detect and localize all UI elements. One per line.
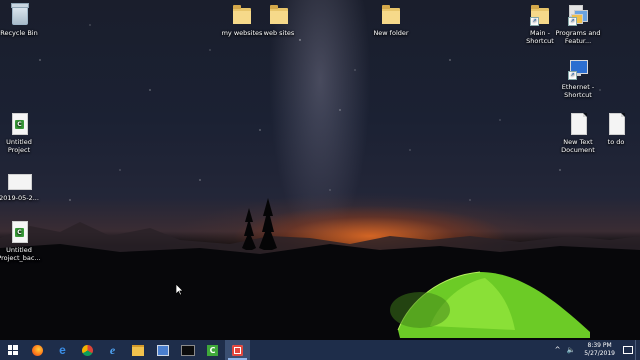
- recycle-bin-icon[interactable]: Recycle Bin: [0, 3, 42, 37]
- icon-label: New folder: [373, 29, 409, 37]
- taskbar-internet-explorer[interactable]: e: [100, 340, 125, 360]
- text-document-icon: [571, 113, 587, 135]
- camtasia-project-icon: C: [12, 113, 28, 135]
- text-document-icon: [609, 113, 625, 135]
- file-explorer-icon: [131, 344, 144, 356]
- volume-icon[interactable]: 🔈: [564, 346, 579, 354]
- mouse-cursor-icon: [176, 284, 184, 296]
- taskbar-edge[interactable]: e: [50, 340, 75, 360]
- taskbar-camtasia-recorder[interactable]: [225, 340, 250, 360]
- start-button[interactable]: [0, 340, 25, 360]
- icon-label: Untitled Project_bac...: [0, 246, 41, 262]
- chrome-icon: [82, 344, 93, 356]
- clock-date: 5/27/2019: [584, 350, 615, 357]
- action-center-button[interactable]: [621, 340, 635, 360]
- icon-label: 2019-05-2...: [0, 194, 39, 202]
- command-prompt-icon: [180, 344, 195, 356]
- taskbar-camtasia-editor[interactable]: C: [200, 340, 225, 360]
- taskbar-command-prompt[interactable]: [175, 340, 200, 360]
- clock[interactable]: 8:39 PM 5/27/2019: [578, 342, 621, 358]
- folder-icon: [233, 5, 251, 24]
- network-settings-icon: [156, 344, 169, 356]
- folder-icon: [270, 5, 288, 24]
- show-desktop-button[interactable]: [635, 340, 640, 360]
- taskbar-firefox[interactable]: [25, 340, 50, 360]
- wallpaper-landscape: [0, 24, 640, 340]
- untitled-project-backup-file[interactable]: C Untitled Project_bac...: [0, 220, 42, 262]
- folder-icon: [382, 5, 400, 24]
- shortcut-arrow-icon: ↗: [568, 71, 577, 80]
- shortcut-arrow-icon: ↗: [568, 17, 577, 26]
- internet-explorer-icon: e: [109, 342, 116, 357]
- taskbar-file-explorer[interactable]: [125, 340, 150, 360]
- icon-label: to do: [607, 138, 625, 146]
- to-do-document[interactable]: to do: [593, 112, 639, 146]
- icon-label: Programs and Featur...: [555, 29, 601, 45]
- icon-label: Untitled Project: [6, 138, 32, 154]
- ethernet-shortcut[interactable]: ↗ Ethernet - Shortcut: [555, 57, 601, 99]
- shortcut-arrow-icon: ↗: [530, 17, 539, 26]
- icon-label: Ethernet - Shortcut: [561, 83, 595, 99]
- camtasia-editor-icon: C: [207, 344, 218, 356]
- taskbar-network-settings[interactable]: [150, 340, 175, 360]
- desktop-wallpaper: [0, 0, 640, 340]
- system-tray: ^ 🔈 8:39 PM 5/27/2019: [552, 340, 640, 360]
- taskbar: e e C ^ 🔈 8:39 PM 5/27/2019: [0, 340, 640, 360]
- camtasia-project-icon: C: [12, 221, 28, 243]
- video-file-2019-05[interactable]: 2019-05-2...: [0, 168, 42, 202]
- clock-time: 8:39 PM: [587, 342, 612, 349]
- notification-icon: [623, 346, 633, 354]
- folder-new-folder[interactable]: New folder: [368, 3, 414, 37]
- tray-overflow-chevron-icon[interactable]: ^: [552, 346, 564, 354]
- programs-and-features-shortcut[interactable]: ↗ Programs and Featur...: [555, 3, 601, 45]
- taskbar-chrome[interactable]: [75, 340, 100, 360]
- edge-icon: e: [59, 343, 66, 357]
- firefox-icon: [32, 344, 43, 356]
- windows-logo-icon: [7, 345, 18, 355]
- folder-web-sites[interactable]: web sites: [256, 3, 302, 37]
- icon-label: web sites: [263, 29, 295, 37]
- icon-label: Recycle Bin: [0, 29, 38, 37]
- video-file-icon: [8, 174, 32, 190]
- untitled-project-file[interactable]: C Untitled Project: [0, 112, 42, 154]
- recycle-bin-graphic: [11, 3, 29, 25]
- camtasia-recorder-icon: [232, 344, 243, 356]
